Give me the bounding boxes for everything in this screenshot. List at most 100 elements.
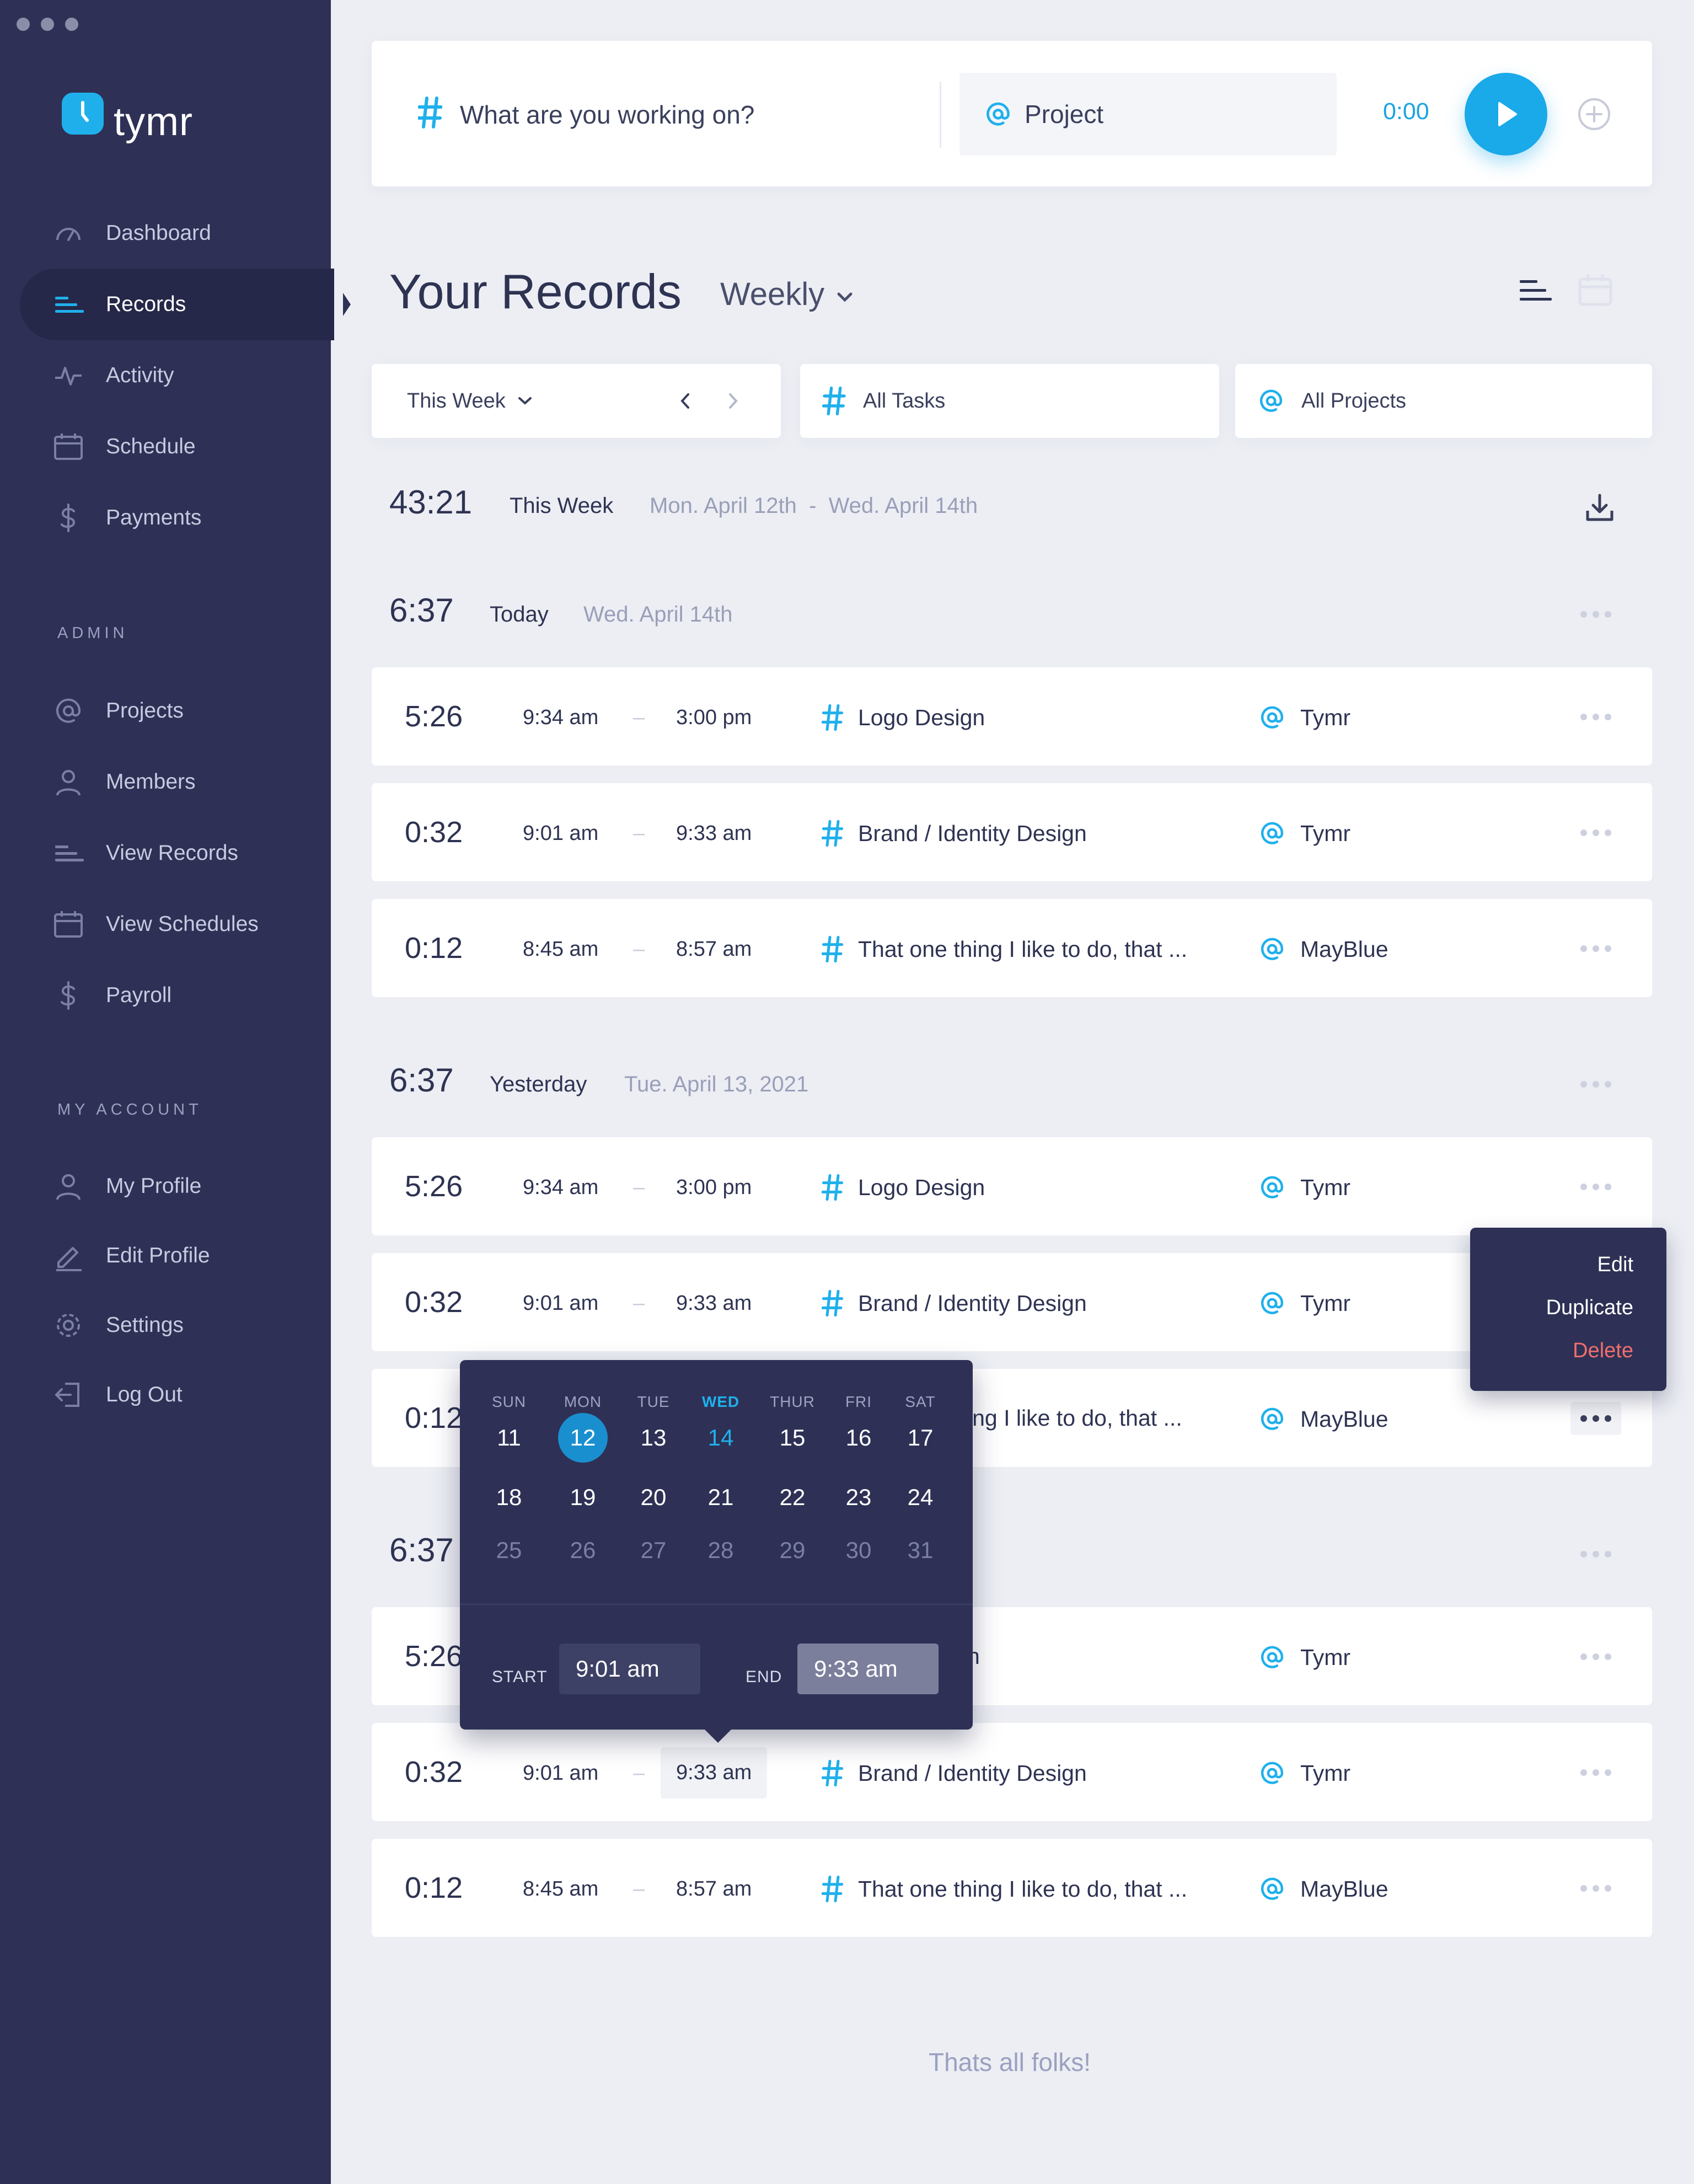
record-start-time[interactable]: 9:34 am xyxy=(523,1176,598,1200)
sidebar-item-members[interactable]: Members xyxy=(20,746,334,818)
record-task[interactable]: That one thing I like to do, that ... xyxy=(822,1875,1187,1903)
calendar-day[interactable]: 24 xyxy=(890,1473,951,1522)
calendar-day[interactable]: 28 xyxy=(690,1525,751,1575)
record-project[interactable]: MayBlue xyxy=(1258,1875,1389,1903)
record-row[interactable]: 0:12 8:45 am – 8:57 am That one thing I … xyxy=(372,1839,1652,1937)
calendar-day[interactable]: 13 xyxy=(623,1413,684,1463)
record-row[interactable]: 0:32 9:01 am – 9:33 am Brand / Identity … xyxy=(372,1253,1652,1351)
calendar-day[interactable]: 29 xyxy=(762,1525,823,1575)
calendar-day[interactable]: 30 xyxy=(828,1525,889,1575)
calendar-day[interactable]: 20 xyxy=(623,1473,684,1522)
calendar-day[interactable]: 19 xyxy=(553,1473,613,1522)
record-project[interactable]: Tymr xyxy=(1258,1289,1350,1317)
app-logo[interactable]: tymr xyxy=(62,83,193,144)
next-week-button[interactable] xyxy=(725,390,741,412)
record-row[interactable]: 5:26 9:34 am – 3:00 pm Logo Design Tymr xyxy=(372,667,1652,766)
record-start-time[interactable]: 9:01 am xyxy=(523,822,598,845)
record-project[interactable]: Tymr xyxy=(1258,704,1350,731)
record-task[interactable]: Logo Design xyxy=(822,704,985,731)
calendar-day[interactable]: 15 xyxy=(762,1413,823,1463)
calendar-day-today[interactable]: 14 xyxy=(690,1413,751,1463)
projects-filter[interactable]: All Projects xyxy=(1235,364,1652,438)
sidebar-item-payroll[interactable]: Payroll xyxy=(20,960,334,1031)
record-more-button[interactable] xyxy=(1580,1653,1611,1660)
project-selector[interactable]: Project xyxy=(959,73,1337,156)
record-project[interactable]: Tymr xyxy=(1258,1759,1350,1787)
calendar-day[interactable]: 22 xyxy=(762,1473,823,1522)
sidebar-item-edit-profile[interactable]: Edit Profile xyxy=(20,1220,334,1292)
record-project[interactable]: Tymr xyxy=(1258,1174,1350,1201)
sidebar-item-dashboard[interactable]: Dashboard xyxy=(20,197,334,269)
sidebar-item-settings[interactable]: Settings xyxy=(20,1289,334,1361)
window-maximize-dot[interactable] xyxy=(65,18,78,31)
record-end-time[interactable]: 3:00 pm xyxy=(676,1176,752,1200)
calendar-day-selected[interactable]: 12 xyxy=(553,1413,613,1463)
record-more-button[interactable] xyxy=(1580,1184,1611,1190)
record-start-time[interactable]: 9:01 am xyxy=(523,1762,598,1785)
calendar-view-toggle[interactable] xyxy=(1578,274,1612,307)
calendar-day[interactable]: 25 xyxy=(479,1525,539,1575)
record-more-button[interactable] xyxy=(1580,714,1611,720)
calendar-day[interactable]: 16 xyxy=(828,1413,889,1463)
record-task[interactable]: Brand / Identity Design xyxy=(822,1759,1087,1787)
end-time-field[interactable]: 9:33 am xyxy=(797,1644,939,1694)
sidebar-item-view-records[interactable]: View Records xyxy=(20,817,334,889)
menu-item-edit[interactable]: Edit xyxy=(1597,1253,1633,1277)
record-end-time[interactable]: 8:57 am xyxy=(676,1877,752,1901)
record-row[interactable]: 0:32 9:01 am – 9:33 am Brand / Identity … xyxy=(372,783,1652,881)
record-project[interactable]: Tymr xyxy=(1258,820,1350,847)
sidebar-item-view-schedules[interactable]: View Schedules xyxy=(20,888,334,960)
sidebar-item-schedule[interactable]: Schedule xyxy=(20,411,334,483)
menu-item-delete[interactable]: Delete xyxy=(1573,1339,1633,1363)
week-filter[interactable]: This Week xyxy=(372,364,781,438)
record-project[interactable]: Tymr xyxy=(1258,1644,1350,1671)
window-minimize-dot[interactable] xyxy=(41,18,54,31)
record-row[interactable]: 0:32 9:01 am – 9:33 am Brand / Identity … xyxy=(372,1723,1652,1821)
record-end-time[interactable]: 9:33 am xyxy=(661,1747,768,1798)
record-more-button[interactable] xyxy=(1580,1885,1611,1892)
record-end-time[interactable]: 9:33 am xyxy=(676,1292,752,1315)
range-dropdown[interactable]: Weekly xyxy=(720,276,853,313)
record-start-time[interactable]: 9:01 am xyxy=(523,1292,598,1315)
record-task[interactable]: That one thing I like to do, that ... xyxy=(822,935,1187,963)
sidebar-item-activity[interactable]: Activity xyxy=(20,340,334,411)
record-more-button-active[interactable] xyxy=(1570,1402,1621,1435)
task-input[interactable] xyxy=(460,87,901,142)
start-time-field[interactable]: 9:01 am xyxy=(559,1644,700,1694)
calendar-day[interactable]: 26 xyxy=(553,1525,613,1575)
sidebar-item-log-out[interactable]: Log Out xyxy=(20,1359,334,1431)
calendar-day[interactable]: 17 xyxy=(890,1413,951,1463)
day-more-button[interactable] xyxy=(1580,611,1611,618)
record-more-button[interactable] xyxy=(1580,945,1611,952)
calendar-day[interactable]: 27 xyxy=(623,1525,684,1575)
calendar-day[interactable]: 21 xyxy=(690,1473,751,1522)
window-close-dot[interactable] xyxy=(17,18,30,31)
calendar-day[interactable]: 23 xyxy=(828,1473,889,1522)
record-start-time[interactable]: 8:45 am xyxy=(523,1877,598,1901)
list-view-toggle[interactable] xyxy=(1520,279,1553,303)
sidebar-item-projects[interactable]: Projects xyxy=(20,675,334,747)
start-timer-button[interactable] xyxy=(1465,73,1547,156)
record-more-button[interactable] xyxy=(1580,1769,1611,1776)
download-button[interactable] xyxy=(1585,493,1615,523)
sidebar-item-records[interactable]: Records xyxy=(20,269,351,340)
day-more-button[interactable] xyxy=(1580,1081,1611,1088)
record-project[interactable]: MayBlue xyxy=(1258,1405,1389,1433)
menu-item-duplicate[interactable]: Duplicate xyxy=(1546,1296,1633,1320)
record-row[interactable]: 0:12 8:45 am – 8:57 am That one thing I … xyxy=(372,899,1652,997)
record-task[interactable]: Brand / Identity Design xyxy=(822,1289,1087,1317)
sidebar-item-my-profile[interactable]: My Profile xyxy=(20,1150,334,1222)
calendar-day[interactable]: 31 xyxy=(890,1525,951,1575)
previous-week-button[interactable] xyxy=(677,390,694,412)
tasks-filter[interactable]: All Tasks xyxy=(800,364,1219,438)
record-end-time[interactable]: 9:33 am xyxy=(676,822,752,845)
record-start-time[interactable]: 9:34 am xyxy=(523,706,598,730)
record-more-button[interactable] xyxy=(1580,829,1611,836)
record-start-time[interactable]: 8:45 am xyxy=(523,938,598,961)
day-more-button[interactable] xyxy=(1580,1551,1611,1557)
record-project[interactable]: MayBlue xyxy=(1258,935,1389,963)
record-task[interactable]: ing I like to do, that ... xyxy=(967,1405,1182,1431)
add-entry-button[interactable] xyxy=(1577,97,1611,131)
calendar-day[interactable]: 11 xyxy=(479,1413,539,1463)
record-end-time[interactable]: 3:00 pm xyxy=(676,706,752,730)
